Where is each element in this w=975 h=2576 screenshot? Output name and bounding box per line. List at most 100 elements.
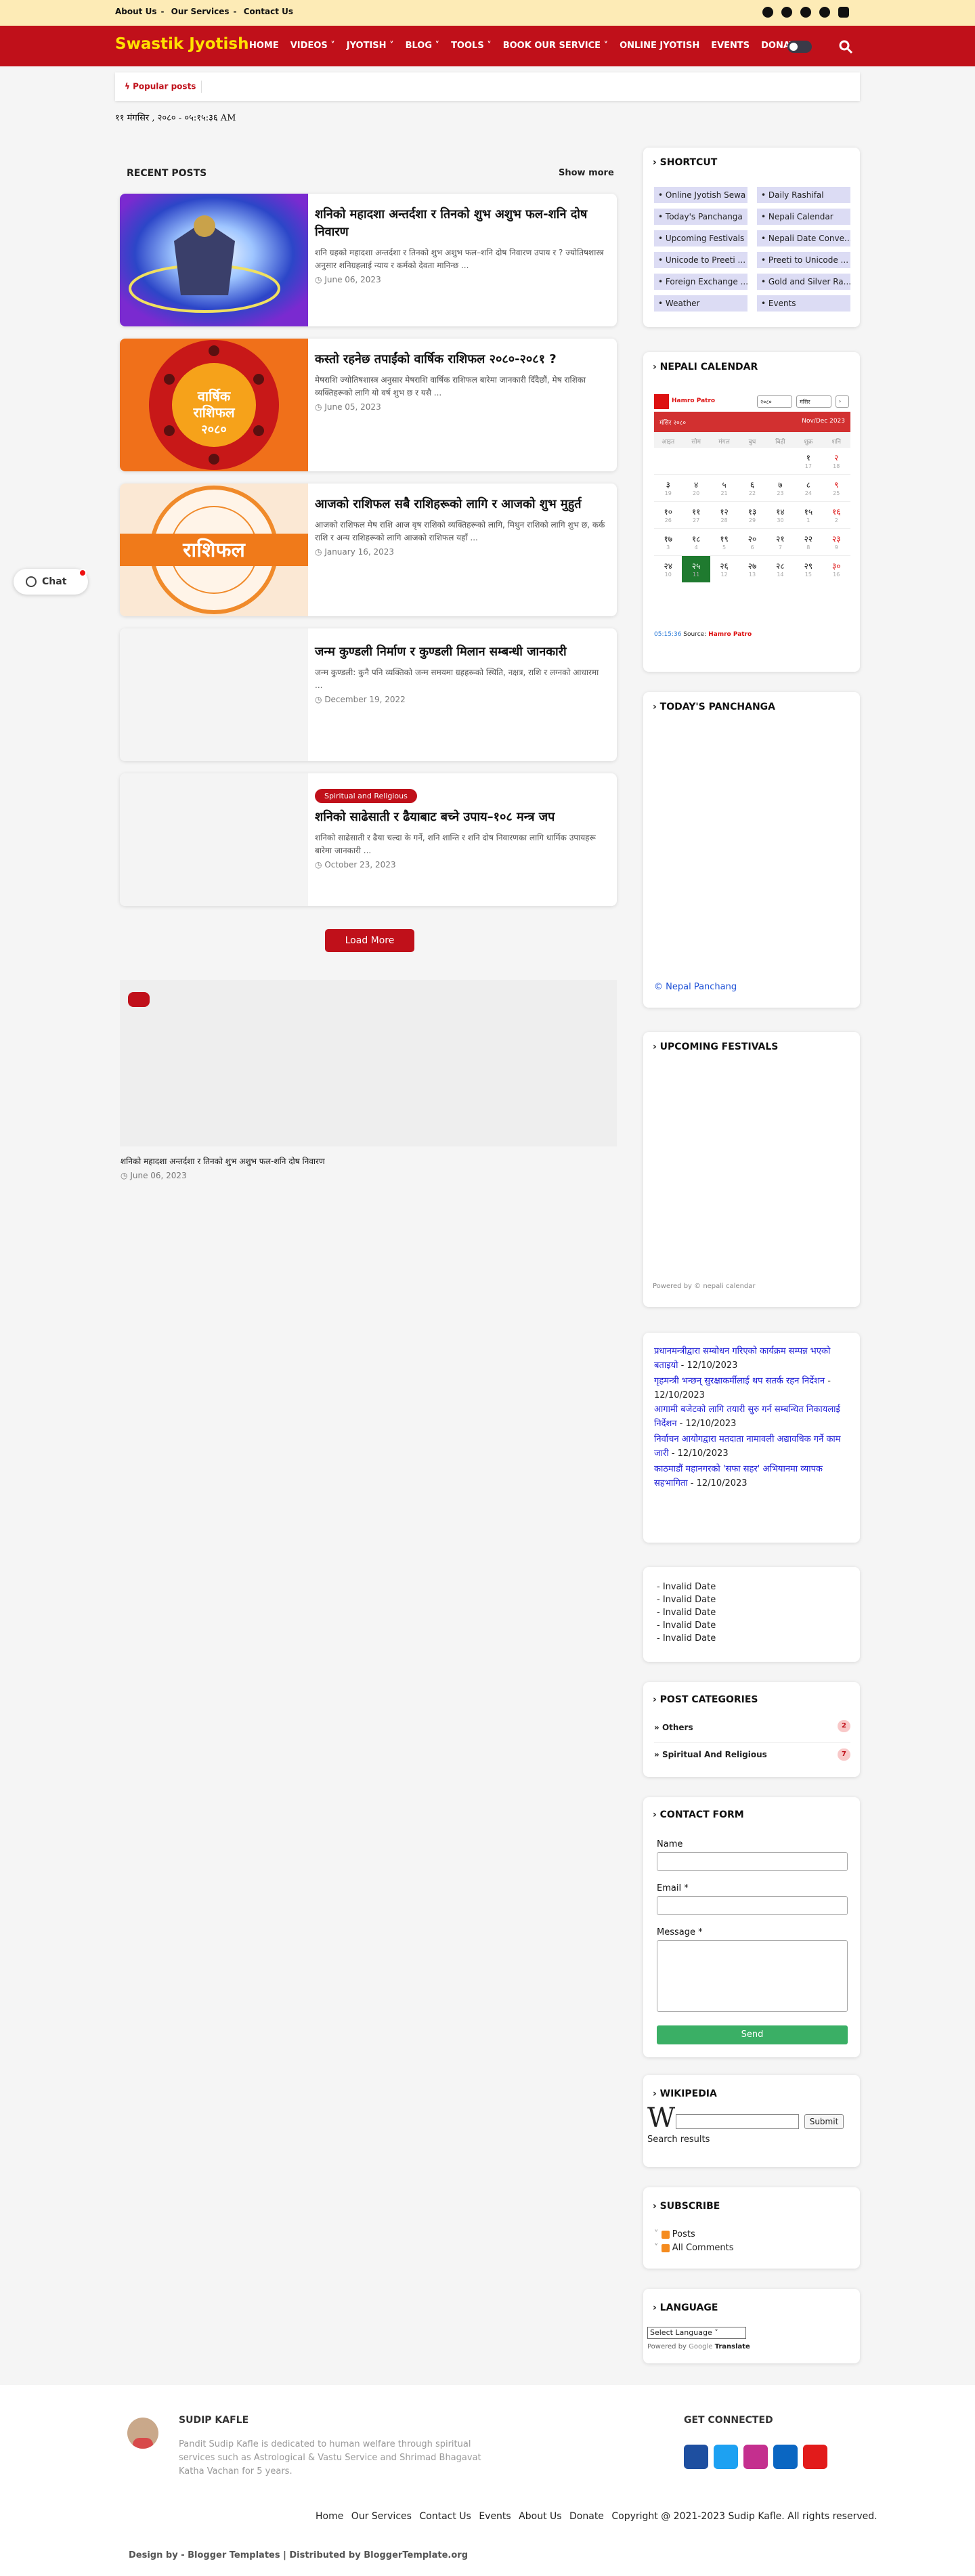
footer-link-home[interactable]: Home — [316, 2511, 343, 2522]
calendar-day[interactable]: ४ 20 — [682, 474, 710, 501]
post-thumbnail[interactable]: राशिफल — [120, 484, 308, 616]
linkedin-icon[interactable] — [773, 2445, 798, 2469]
linkedin-icon[interactable] — [819, 7, 830, 18]
calendar-day[interactable]: १४ 30 — [766, 501, 795, 528]
post-thumbnail[interactable]: वार्षिक राशिफल २०८० — [120, 339, 308, 471]
calendar-day[interactable]: ९ 25 — [822, 474, 850, 501]
shortcut-panchanga[interactable]: • Today's Panchanga — [654, 209, 748, 225]
subscribe-posts[interactable]: ˅ Posts — [654, 2228, 734, 2241]
shortcut-online-jyotish[interactable]: • Online Jyotish Sewa — [654, 187, 748, 203]
post-card[interactable]: राशिफल आजको राशिफल सबै राशिहरूको लागि र … — [120, 484, 617, 616]
email-field[interactable] — [657, 1896, 848, 1915]
post-card[interactable]: जन्म कुण्डली निर्माण र कुण्डली मिलान सम्… — [120, 628, 617, 761]
shortcut-forex[interactable]: • Foreign Exchange ... — [654, 274, 748, 290]
nav-item-tools[interactable]: TOOLS ˅ — [451, 41, 492, 51]
wikipedia-submit-button[interactable]: Submit — [804, 2114, 844, 2129]
calendar-day[interactable]: २७ 13 — [738, 555, 766, 582]
category-badge[interactable]: Spiritual and Religious — [315, 789, 417, 803]
calendar-day[interactable]: ५ 21 — [710, 474, 739, 501]
month-select[interactable]: मंसिर — [796, 395, 831, 408]
featured-post-image[interactable] — [120, 980, 617, 1146]
footer-link-donate[interactable]: Donate — [569, 2511, 604, 2522]
shortcut-festivals[interactable]: • Upcoming Festivals — [654, 230, 748, 246]
calendar-day[interactable]: २१ 7 — [766, 528, 795, 555]
wikipedia-search-input[interactable] — [676, 2114, 799, 2129]
youtube-icon[interactable] — [838, 7, 849, 18]
calendar-day[interactable]: १६ 2 — [822, 501, 850, 528]
shortcut-events[interactable]: • Events — [757, 295, 850, 312]
source-link[interactable]: Hamro Patro — [708, 631, 752, 638]
nav-item-book-service[interactable]: BOOK OUR SERVICE ˅ — [503, 41, 608, 51]
post-title[interactable]: शनिको साढेसाती र ढैयाबाट बच्ने उपाय–१०८ … — [315, 809, 606, 826]
shortcut-nepali-calendar[interactable]: • Nepali Calendar — [757, 209, 850, 225]
post-title[interactable]: आजको राशिफल सबै राशिहरूको लागि र आजको शु… — [315, 496, 606, 513]
calendar-day[interactable]: १० 26 — [654, 501, 682, 528]
language-select[interactable]: Select Language ˅ — [647, 2327, 746, 2339]
year-select[interactable]: २०८० — [757, 395, 792, 408]
facebook-icon[interactable] — [762, 7, 773, 18]
category-item[interactable]: » Others 2 — [654, 1720, 850, 1743]
top-link-contact[interactable]: Contact Us — [244, 7, 293, 16]
youtube-icon[interactable] — [803, 2445, 827, 2469]
send-button[interactable]: Send — [657, 2025, 848, 2044]
facebook-icon[interactable] — [684, 2445, 708, 2469]
name-field[interactable] — [657, 1852, 848, 1871]
credit-distributor-link[interactable]: BloggerTemplate.org — [364, 2550, 468, 2560]
post-thumbnail[interactable] — [120, 773, 308, 906]
instagram-icon[interactable] — [800, 7, 811, 18]
credit-designer-link[interactable]: Blogger Templates — [188, 2550, 280, 2560]
calendar-day[interactable]: २४ 10 — [654, 555, 682, 582]
nav-item-jyotish[interactable]: JYOTISH ˅ — [347, 41, 394, 51]
festivals-credit[interactable]: Powered by © nepali calendar — [653, 1283, 756, 1290]
calendar-day[interactable]: ११ 27 — [682, 501, 710, 528]
post-card[interactable]: Spiritual and Religious शनिको साढेसाती र… — [120, 773, 617, 906]
calendar-day[interactable]: ३ 19 — [654, 474, 682, 501]
news-link[interactable]: गृहमन्त्री भन्छन् सुरक्षाकर्मीलाई थप सतर… — [654, 1376, 825, 1386]
calendar-day[interactable]: २६ 12 — [710, 555, 739, 582]
calendar-day[interactable]: १२ 28 — [710, 501, 739, 528]
post-title[interactable]: जन्म कुण्डली निर्माण र कुण्डली मिलान सम्… — [315, 643, 606, 661]
calendar-day[interactable]: १८ 4 — [682, 528, 710, 555]
instagram-icon[interactable] — [743, 2445, 768, 2469]
calendar-go-button[interactable]: › — [836, 395, 849, 408]
calendar-day[interactable]: २५ 11 — [682, 555, 710, 582]
shortcut-weather[interactable]: • Weather — [654, 295, 748, 312]
calendar-day[interactable]: २२ 8 — [794, 528, 823, 555]
search-icon[interactable] — [838, 39, 853, 54]
category-item[interactable]: » Spiritual And Religious 7 — [654, 1743, 850, 1766]
panchanga-credit[interactable]: © Nepal Panchang — [654, 982, 737, 992]
calendar-day[interactable]: २९ 15 — [794, 555, 823, 582]
calendar-day[interactable]: ८ 24 — [794, 474, 823, 501]
calendar-day[interactable]: १७ 3 — [654, 528, 682, 555]
calendar-day[interactable]: ३० 16 — [822, 555, 850, 582]
calendar-day[interactable]: २० 6 — [738, 528, 766, 555]
calendar-day[interactable]: १९ 5 — [710, 528, 739, 555]
post-card[interactable]: वार्षिक राशिफल २०८० कस्तो रहनेछ तपाईंको … — [120, 339, 617, 471]
show-more-link[interactable]: Show more — [559, 168, 614, 178]
calendar-day[interactable]: २८ 14 — [766, 555, 795, 582]
top-link-about[interactable]: About Us — [115, 7, 156, 16]
post-thumbnail[interactable] — [120, 194, 308, 326]
calendar-day[interactable]: १३ 29 — [738, 501, 766, 528]
subscribe-comments[interactable]: ˅ All Comments — [654, 2241, 734, 2255]
twitter-icon[interactable] — [714, 2445, 738, 2469]
nav-item-events[interactable]: EVENTS — [711, 41, 750, 51]
shortcut-daily-rashifal[interactable]: • Daily Rashifal — [757, 187, 850, 203]
load-more-button[interactable]: Load More — [325, 929, 414, 952]
calendar-day[interactable]: २३ 9 — [822, 528, 850, 555]
shortcut-unicode-preeti[interactable]: • Unicode to Preeti ... — [654, 252, 748, 268]
dark-mode-toggle[interactable] — [787, 41, 812, 53]
post-title[interactable]: शनिको महादशा अन्तर्दशा र तिनको शुभ अशुभ … — [315, 206, 606, 241]
post-card[interactable]: शनिको महादशा अन्तर्दशा र तिनको शुभ अशुभ … — [120, 194, 617, 326]
site-logo[interactable]: Swastik Jyotish — [115, 35, 249, 53]
nav-item-online-jyotish[interactable]: ONLINE JYOTISH — [620, 41, 699, 51]
nav-item-videos[interactable]: VIDEOS ˅ — [290, 41, 335, 51]
calendar-day[interactable]: ६ 22 — [738, 474, 766, 501]
calendar-day[interactable]: ७ 23 — [766, 474, 795, 501]
popular-posts-bar[interactable]: ϟ Popular posts — [115, 72, 860, 101]
shortcut-preeti-unicode[interactable]: • Preeti to Unicode ... — [757, 252, 850, 268]
calendar-day[interactable]: २ 18 — [822, 447, 850, 474]
footer-link-contact[interactable]: Contact Us — [419, 2511, 471, 2522]
message-field[interactable] — [657, 1940, 848, 2012]
translate-link[interactable]: Translate — [715, 2343, 750, 2350]
